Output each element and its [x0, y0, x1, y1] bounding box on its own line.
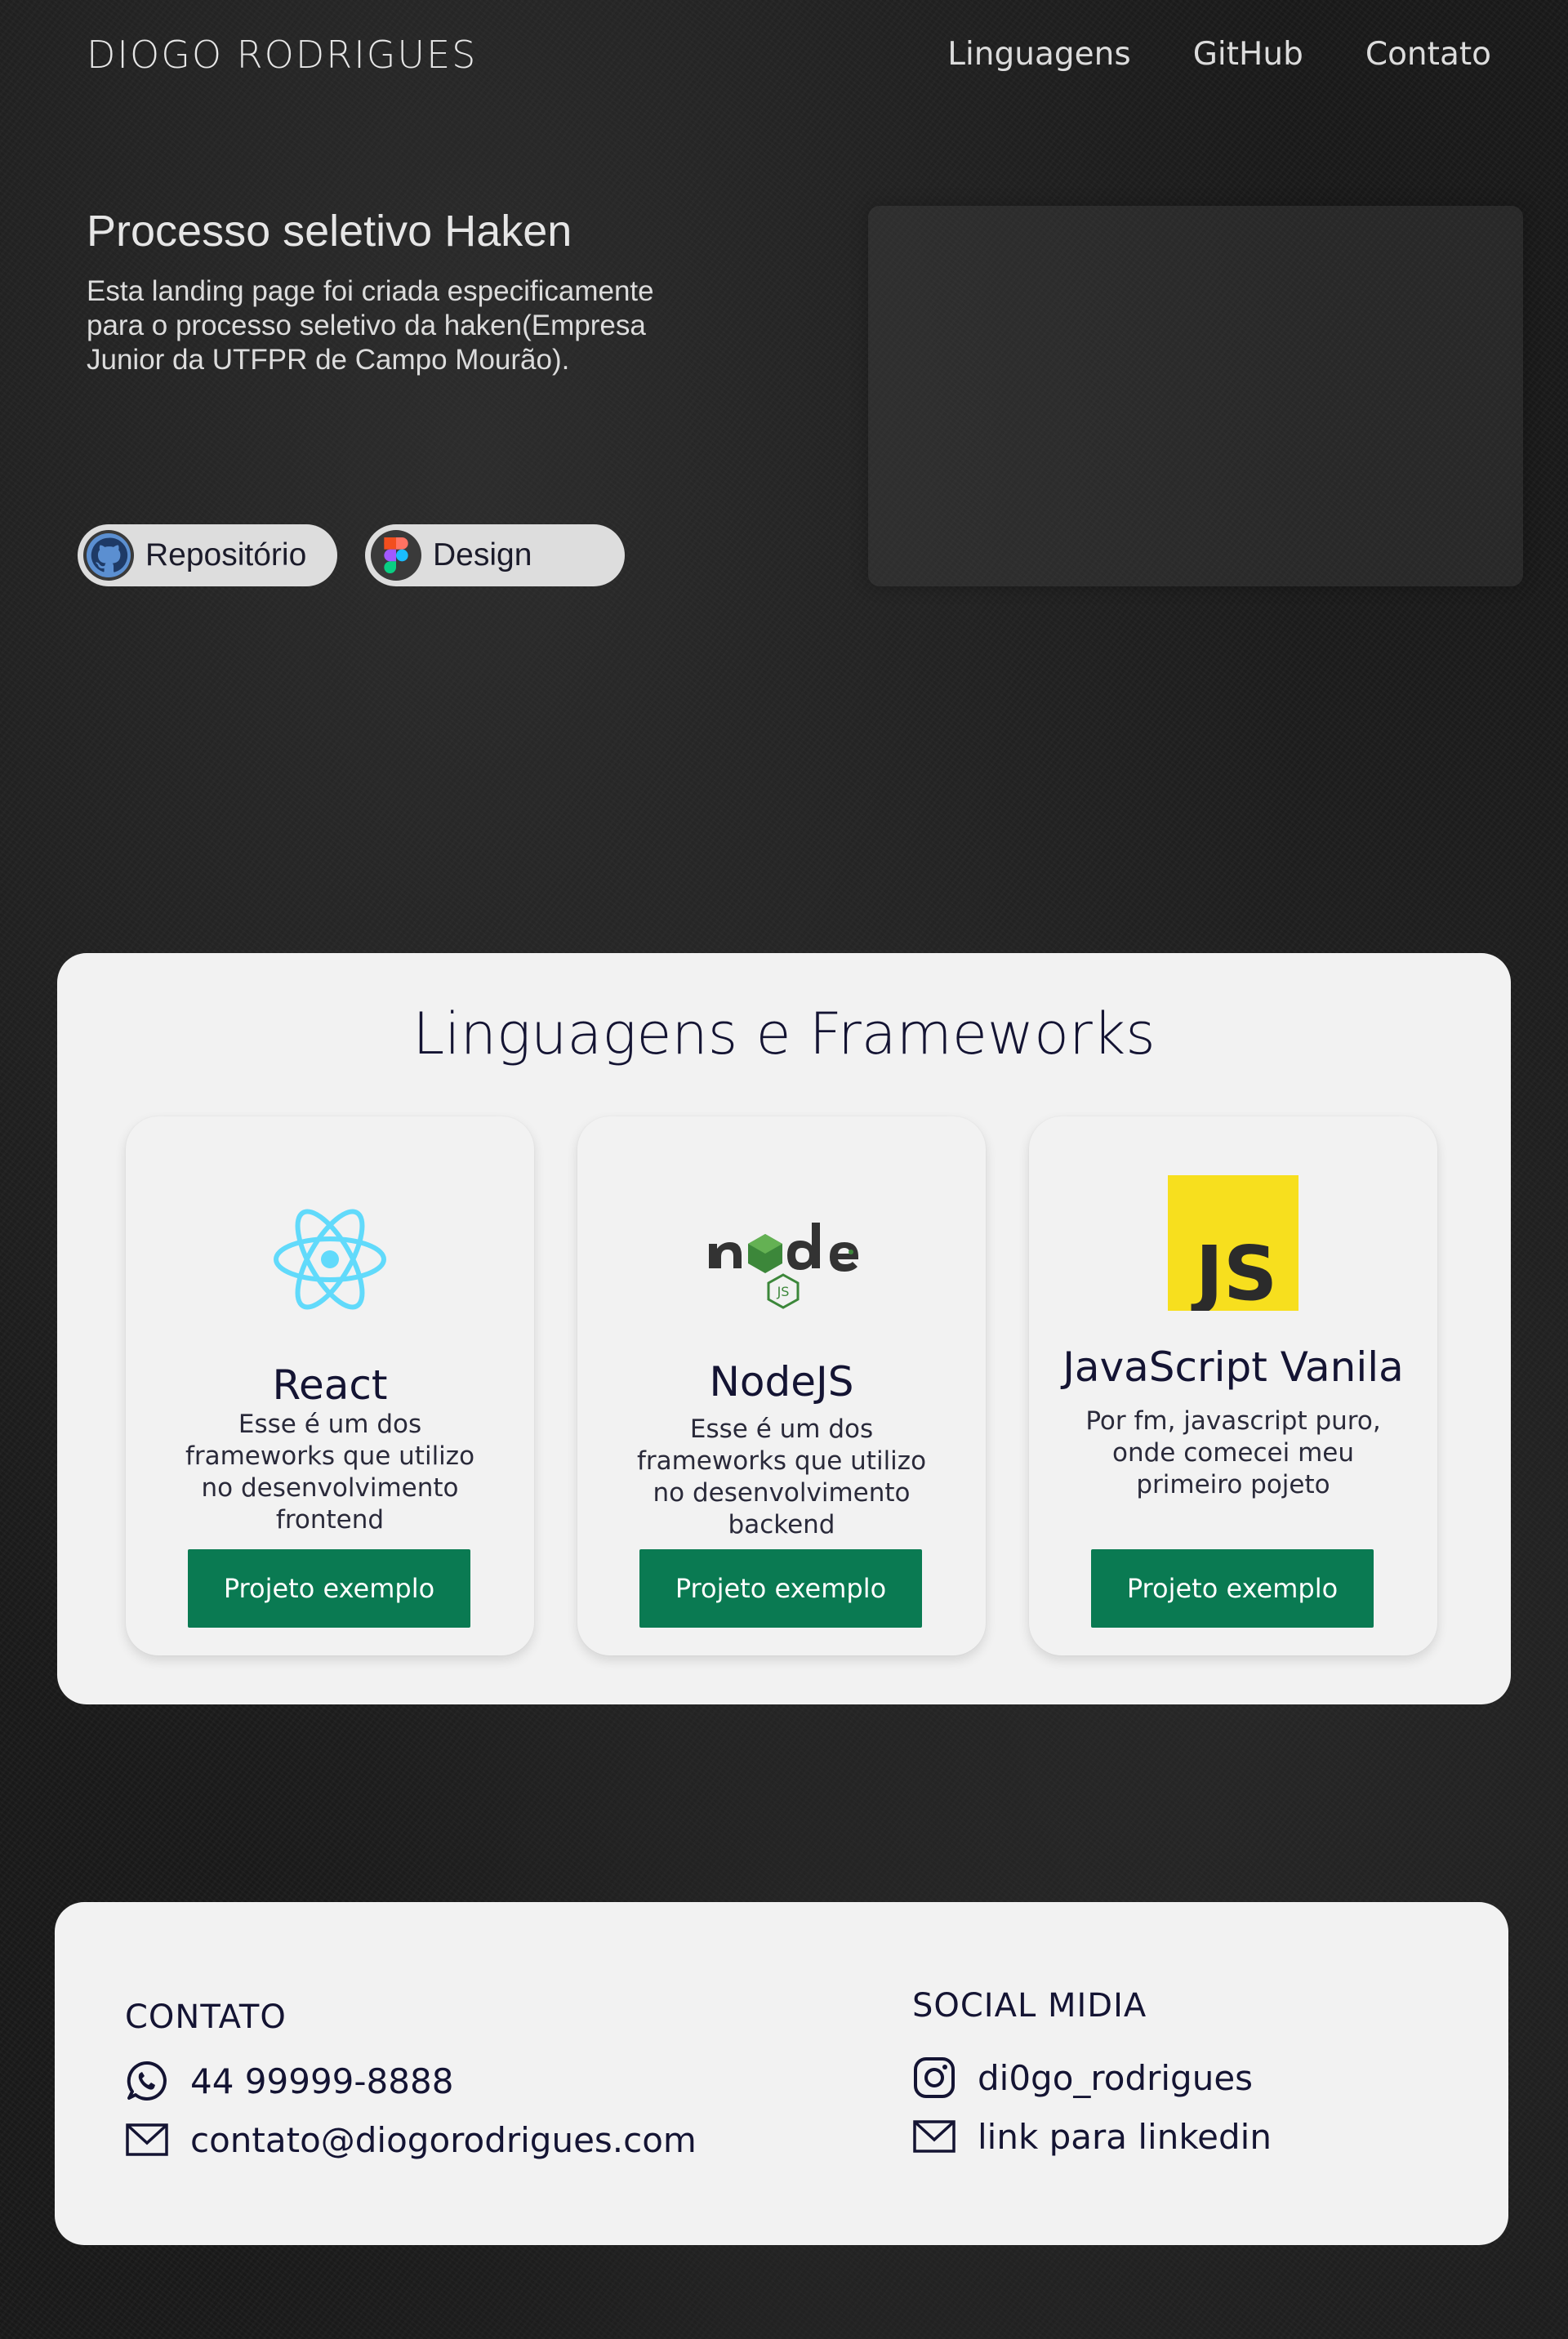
javascript-card-description: Por fm, javascript puro, onde comecei me…	[1085, 1406, 1381, 1499]
svg-text:JS: JS	[1191, 1230, 1278, 1311]
nodejs-icon: JS	[577, 1211, 986, 1309]
design-button-label: Design	[433, 537, 532, 572]
javascript-card-title: JavaScript Vanila	[1062, 1343, 1404, 1391]
nav-link-contato[interactable]: Contato	[1365, 36, 1491, 73]
nav-link-linguagens[interactable]: Linguagens	[947, 36, 1130, 73]
hero-title: Processo seletivo Haken	[87, 207, 572, 256]
repository-button-label: Repositório	[145, 537, 307, 572]
svg-text:JS: JS	[777, 1284, 790, 1299]
react-project-button[interactable]: Projeto exemplo	[188, 1549, 470, 1628]
contact-heading: CONTATO	[125, 1998, 287, 2036]
whatsapp-icon	[125, 2059, 169, 2103]
instagram-icon	[912, 2056, 956, 2100]
hero-image-panel	[868, 206, 1523, 586]
linkedin-label: link para linkedin	[978, 2116, 1272, 2157]
github-icon	[83, 530, 134, 581]
nodejs-card-description: Esse é um dos frameworks que utilizo no …	[636, 1415, 927, 1539]
javascript-card: JS JavaScript Vanila Por fm, javascript …	[1029, 1116, 1437, 1655]
nodejs-project-button[interactable]: Projeto exemplo	[639, 1549, 922, 1628]
design-button[interactable]: Design	[365, 524, 625, 586]
javascript-project-button[interactable]: Projeto exemplo	[1091, 1549, 1374, 1628]
react-card: React Esse é um dos frameworks que utili…	[126, 1116, 534, 1655]
react-card-title: React	[272, 1361, 388, 1409]
site-brand[interactable]: DIOGO RODRIGUES	[87, 33, 477, 77]
linkedin-link[interactable]: link para linkedin	[912, 2114, 1272, 2159]
contact-footer: CONTATO 44 99999-8888 contato@diogorodri…	[55, 1902, 1508, 2245]
mail-icon	[912, 2114, 956, 2159]
mail-icon	[125, 2118, 169, 2162]
javascript-icon: JS	[1029, 1175, 1437, 1311]
email-address: contato@diogorodrigues.com	[190, 2119, 697, 2160]
nodejs-card: JS NodeJS Esse é um dos frameworks que u…	[577, 1116, 986, 1655]
nodejs-card-title: NodeJS	[709, 1358, 854, 1406]
react-icon	[126, 1206, 534, 1312]
nav-link-github[interactable]: GitHub	[1193, 36, 1303, 73]
figma-icon	[371, 530, 421, 581]
phone-contact[interactable]: 44 99999-8888	[125, 2059, 453, 2103]
main-nav: Linguagens GitHub Contato	[947, 36, 1491, 73]
instagram-handle: di0go_rodrigues	[978, 2057, 1254, 2098]
languages-section: Linguagens e Frameworks React Esse é um …	[57, 953, 1511, 1704]
instagram-link[interactable]: di0go_rodrigues	[912, 2056, 1253, 2100]
email-contact[interactable]: contato@diogorodrigues.com	[125, 2118, 697, 2162]
hero-description: Esta landing page foi criada especificam…	[87, 275, 654, 376]
languages-title: Linguagens e Frameworks	[412, 1000, 1156, 1067]
phone-number: 44 99999-8888	[190, 2061, 454, 2101]
social-heading: SOCIAL MIDIA	[912, 1987, 1147, 2025]
repository-button[interactable]: Repositório	[78, 524, 337, 586]
react-card-description: Esse é um dos frameworks que utilizo no …	[185, 1410, 475, 1535]
